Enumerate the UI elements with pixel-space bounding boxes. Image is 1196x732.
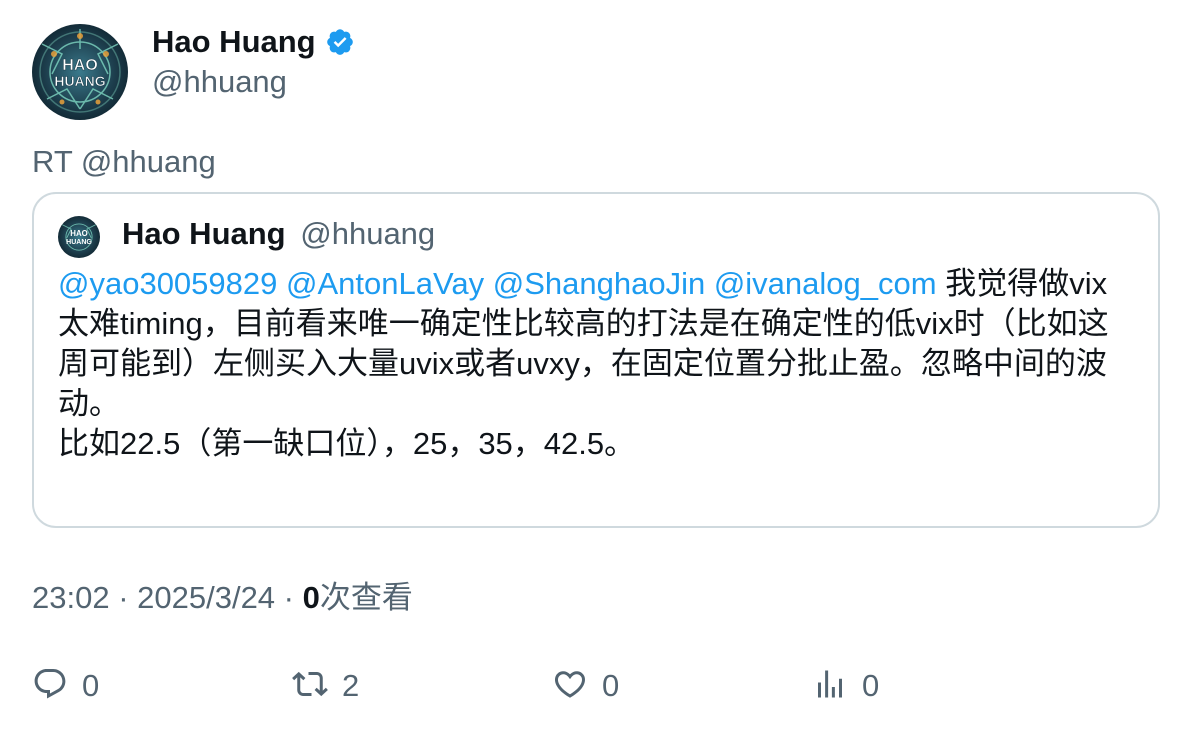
analytics-button[interactable]: 0 (812, 664, 879, 708)
quoted-name-row: Hao Huang @hhuang (122, 214, 435, 254)
author-avatar[interactable]: HAO HUANG (32, 24, 128, 120)
author-avatar-image: HAO HUANG (32, 24, 128, 120)
quoted-tweet-text: @yao30059829 @AntonLaVay @ShanghaoJin @i… (58, 264, 1138, 464)
quoted-handle[interactable]: @hhuang (300, 216, 435, 251)
verified-badge-icon[interactable] (325, 27, 355, 57)
like-count: 0 (602, 668, 620, 703)
svg-text:HAO: HAO (62, 57, 98, 74)
author-name-row: Hao Huang (152, 20, 355, 64)
reply-count: 0 (82, 668, 100, 703)
tweet-time[interactable]: 23:02 (32, 580, 110, 615)
svg-text:HAO: HAO (70, 229, 87, 238)
quoted-avatar-image: HAO HUANG (58, 216, 100, 258)
svg-text:HUANG: HUANG (54, 73, 105, 89)
like-button[interactable]: 0 (552, 664, 619, 708)
quoted-author-avatar[interactable]: HAO HUANG (58, 216, 100, 258)
quoted-text-body-2: 比如22.5（第一缺口位），25，35，42.5。 (58, 426, 636, 461)
svg-text:HUANG: HUANG (66, 239, 92, 246)
tweet-date[interactable]: 2025/3/24 (137, 580, 275, 615)
mention-link[interactable]: @ivanalog_com (714, 266, 937, 301)
reply-button[interactable]: 0 (32, 664, 99, 708)
views-count: 0 (302, 580, 320, 615)
retweet-text: RT @hhuang (32, 144, 216, 179)
analytics-icon (812, 666, 848, 707)
mention-link[interactable]: @ShanghaoJin (493, 266, 705, 301)
author-handle[interactable]: @hhuang (152, 62, 287, 102)
tweet-meta: 23:02 · 2025/3/24 · 0次查看 (32, 578, 413, 618)
meta-separator: · (109, 580, 138, 615)
mention-link[interactable]: @yao30059829 (58, 266, 277, 301)
views-label: 次查看 (319, 580, 413, 615)
retweet-button[interactable]: 2 (292, 664, 359, 708)
meta-separator: · (275, 580, 303, 615)
author-display-name[interactable]: Hao Huang (152, 24, 316, 60)
quoted-tweet-card[interactable]: HAO HUANG Hao Huang @hhuang @yao30059829… (32, 192, 1160, 528)
analytics-count: 0 (862, 668, 880, 703)
quoted-display-name[interactable]: Hao Huang (122, 216, 286, 251)
action-bar: 0 2 0 0 (32, 664, 1162, 708)
heart-icon (552, 666, 588, 707)
reply-icon (32, 666, 68, 707)
retweet-icon (292, 666, 328, 707)
mention-link[interactable]: @AntonLaVay (286, 266, 484, 301)
retweet-count: 2 (342, 668, 360, 703)
